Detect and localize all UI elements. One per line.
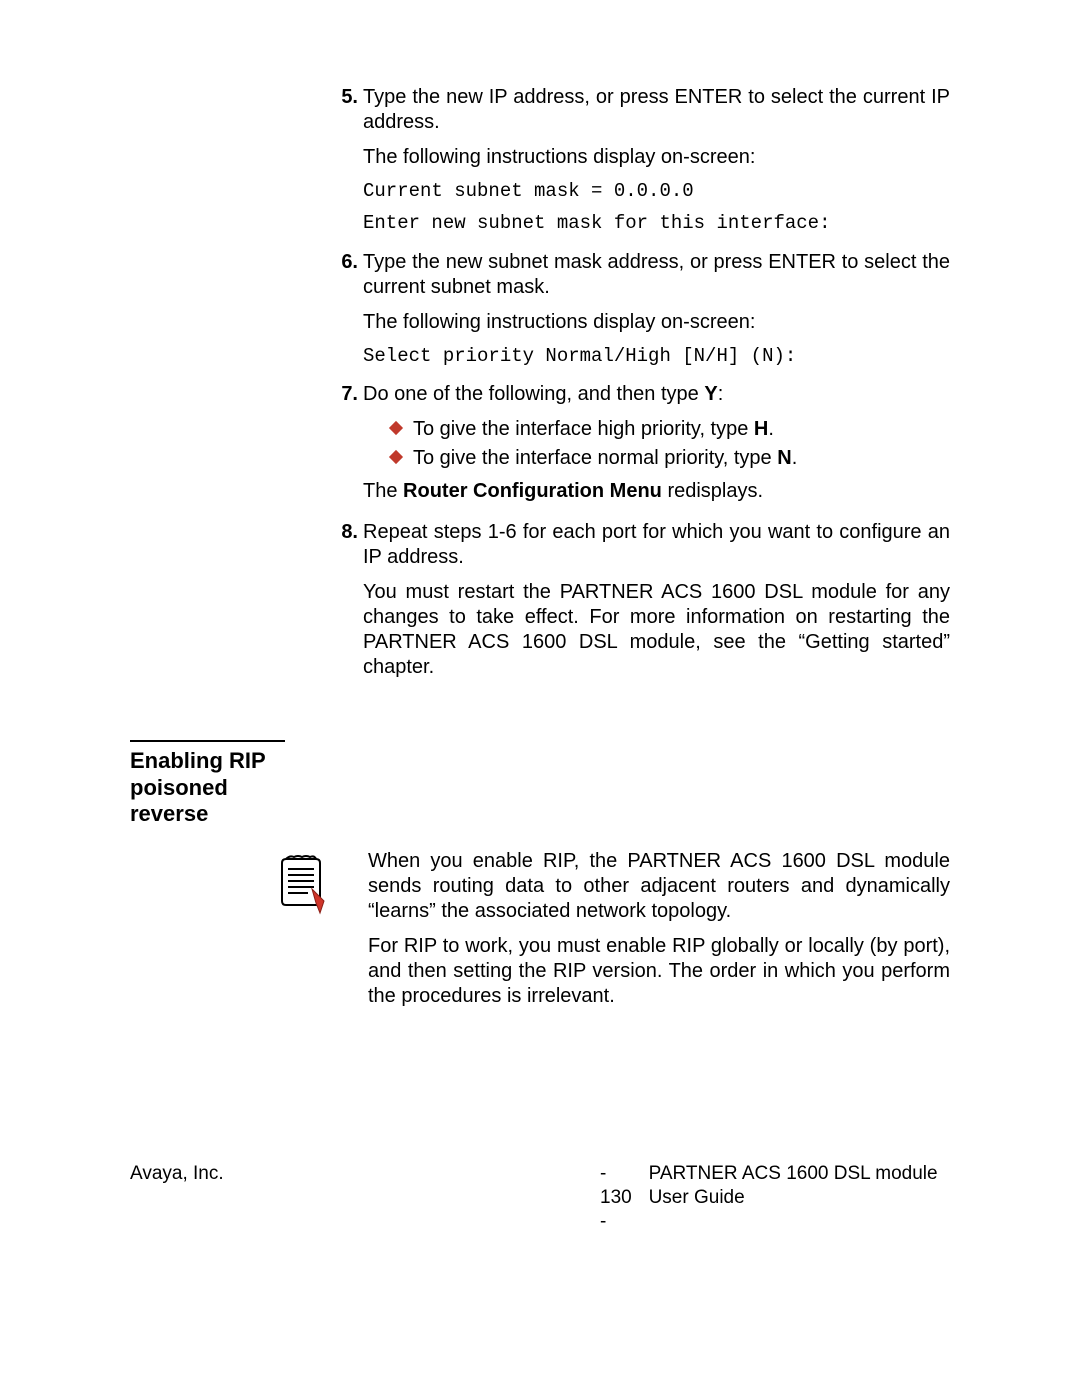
text: . [768, 418, 774, 440]
section-heading-block: Enabling RIP poisoned reverse [130, 740, 950, 827]
note-icon-cell [130, 849, 368, 1019]
text: Do one of the following, and then type [363, 383, 704, 405]
note-icon [272, 853, 328, 917]
text: The [363, 480, 403, 502]
step-text: Type the new IP address, or press ENTER … [363, 85, 950, 135]
page-footer: Avaya, Inc. - 130 - PARTNER ACS 1600 DSL… [130, 1162, 950, 1233]
step-8: 8. Repeat steps 1-6 for each port for wh… [328, 520, 950, 690]
code-line: Current subnet mask = 0.0.0.0 [363, 180, 950, 204]
text: To give the interface normal priority, t… [413, 447, 777, 469]
footer-page-number: - 130 - [600, 1162, 642, 1233]
step-number: 5. [328, 85, 363, 244]
bullet-text: To give the interface normal priority, t… [413, 446, 797, 471]
bullet-icon [389, 450, 403, 464]
step-6: 6. Type the new subnet mask address, or … [328, 250, 950, 377]
code-line: Enter new subnet mask for this interface… [363, 212, 950, 236]
step-number: 8. [328, 520, 363, 690]
note-paragraph: For RIP to work, you must enable RIP glo… [368, 934, 950, 1009]
note-block: When you enable RIP, the PARTNER ACS 160… [130, 849, 950, 1019]
sub-bullet: To give the interface high priority, typ… [391, 417, 950, 442]
step-text: The Router Configuration Menu redisplays… [363, 479, 950, 504]
bullet-icon [389, 421, 403, 435]
bold-key: Y [704, 383, 717, 405]
footer-doc-title: PARTNER ACS 1600 DSL module User Guide [649, 1162, 950, 1233]
text: : [718, 383, 724, 405]
bullet-text: To give the interface high priority, typ… [413, 417, 774, 442]
bold-key: H [754, 418, 768, 440]
step-number: 7. [328, 382, 363, 514]
text: . [792, 447, 798, 469]
step-text: Repeat steps 1-6 for each port for which… [363, 520, 950, 570]
step-text: The following instructions display on-sc… [363, 310, 950, 335]
section-heading: Enabling RIP poisoned reverse [130, 748, 290, 827]
text: To give the interface high priority, typ… [413, 418, 754, 440]
step-text: The following instructions display on-sc… [363, 145, 950, 170]
bold-text: Router Configuration Menu [403, 480, 662, 502]
code-line: Select priority Normal/High [N/H] (N): [363, 345, 950, 369]
page-content: 5. Type the new IP address, or press ENT… [130, 85, 950, 1019]
bold-key: N [777, 447, 791, 469]
footer-company: Avaya, Inc. [130, 1162, 480, 1233]
step-text: Do one of the following, and then type Y… [363, 382, 950, 407]
step-text: Type the new subnet mask address, or pre… [363, 250, 950, 300]
section-rule [130, 740, 285, 742]
note-text: When you enable RIP, the PARTNER ACS 160… [368, 849, 950, 1019]
step-5: 5. Type the new IP address, or press ENT… [328, 85, 950, 244]
step-7: 7. Do one of the following, and then typ… [328, 382, 950, 514]
sub-bullet: To give the interface normal priority, t… [391, 446, 950, 471]
step-number: 6. [328, 250, 363, 377]
step-text: You must restart the PARTNER ACS 1600 DS… [363, 580, 950, 680]
text: redisplays. [662, 480, 763, 502]
note-paragraph: When you enable RIP, the PARTNER ACS 160… [368, 849, 950, 924]
